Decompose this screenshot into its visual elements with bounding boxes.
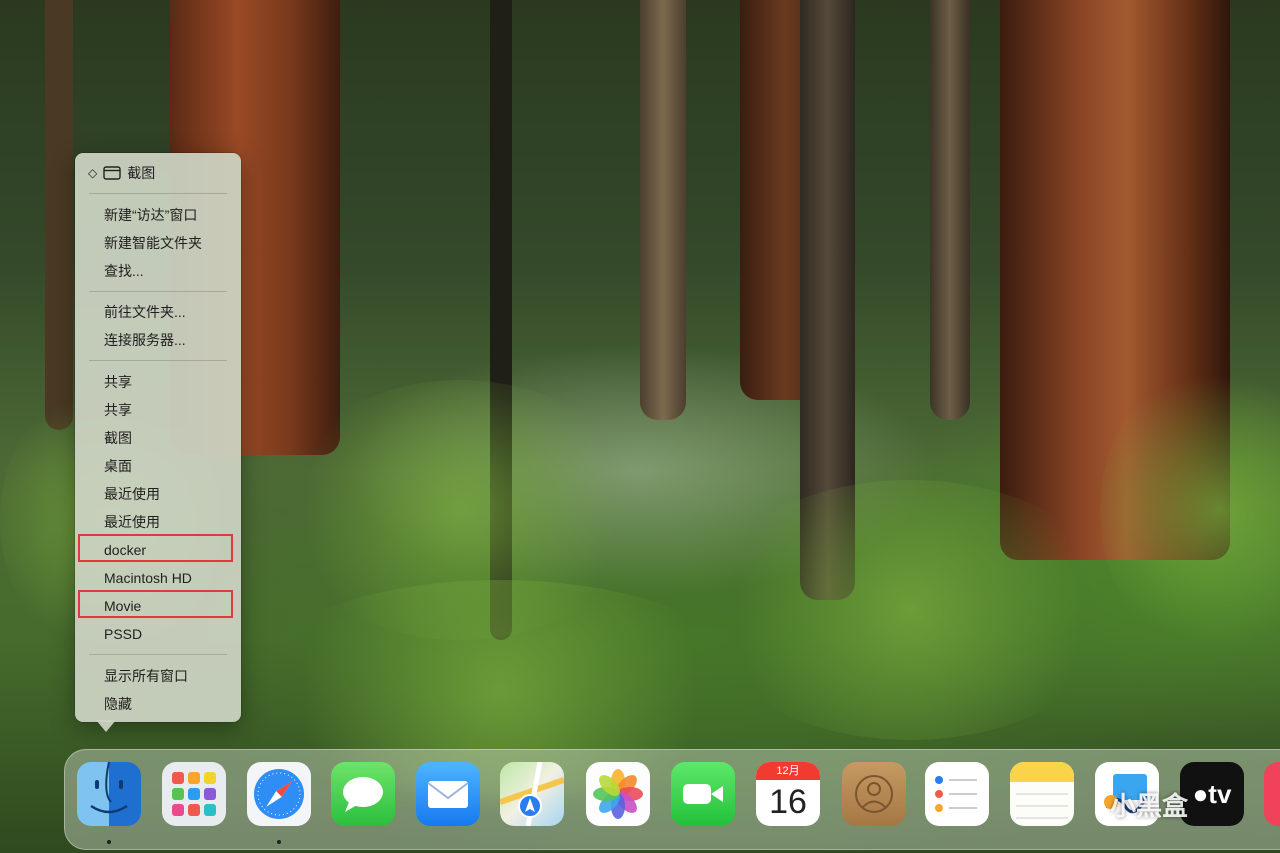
menu-item-movie[interactable]: Movie xyxy=(104,595,141,617)
notes-icon[interactable] xyxy=(1010,762,1074,826)
facetime-icon[interactable] xyxy=(671,762,735,826)
reminders-icon[interactable] xyxy=(925,762,989,826)
launchpad-icon[interactable] xyxy=(162,762,226,826)
tree-trunk xyxy=(930,0,970,420)
menu-item-go-to-folder[interactable]: 前往文件夹... xyxy=(104,301,186,323)
menu-item-screenshots[interactable]: 截图 xyxy=(104,427,132,449)
menu-pointer xyxy=(96,720,116,732)
menu-item-find[interactable]: 查找... xyxy=(104,260,144,282)
foliage xyxy=(700,480,1120,740)
menu-item-pssd[interactable]: PSSD xyxy=(104,623,142,645)
menu-item-connect-to-server[interactable]: 连接服务器... xyxy=(104,329,186,351)
menu-item-new-smart-folder[interactable]: 新建智能文件夹 xyxy=(104,232,202,254)
highlight-box xyxy=(78,590,233,618)
mail-icon[interactable] xyxy=(416,762,480,826)
messages-icon[interactable] xyxy=(331,762,395,826)
menu-item-desktop[interactable]: 桌面 xyxy=(104,455,132,477)
highlight-box xyxy=(78,534,233,562)
menu-item-shared[interactable]: 共享 xyxy=(104,399,132,421)
maps-icon[interactable] xyxy=(500,762,564,826)
menu-item-recents[interactable]: 最近使用 xyxy=(104,483,160,505)
tree-trunk xyxy=(640,0,686,420)
diamond-icon: ◇ xyxy=(88,166,98,180)
menu-separator xyxy=(89,193,227,194)
menu-header-window-item[interactable]: ◇ 截图 xyxy=(88,162,155,184)
menu-item-shared[interactable]: 共享 xyxy=(104,371,132,393)
finder-dock-context-menu: ◇ 截图 新建“访达”窗口 新建智能文件夹 查找... 前往文件夹... 连接服… xyxy=(75,153,241,722)
running-indicator xyxy=(277,840,281,844)
watermark: 小黑盒 xyxy=(1110,792,1189,822)
tree-trunk xyxy=(45,0,73,430)
menu-item-recents[interactable]: 最近使用 xyxy=(104,511,160,533)
menu-item-docker[interactable]: docker xyxy=(104,539,146,561)
tv-icon[interactable]: ●tv xyxy=(1180,762,1244,826)
menu-item-show-all-windows[interactable]: 显示所有窗口 xyxy=(104,665,188,687)
safari-icon[interactable] xyxy=(247,762,311,826)
menu-separator xyxy=(89,654,227,655)
menu-item-hide[interactable]: 隐藏 xyxy=(104,693,132,715)
calendar-day: 16 xyxy=(769,783,807,821)
calendar-icon[interactable]: 12月 16 xyxy=(756,762,820,826)
partial-app-icon[interactable] xyxy=(1264,762,1280,826)
menu-item-new-finder-window[interactable]: 新建“访达”窗口 xyxy=(104,204,197,226)
contacts-icon[interactable] xyxy=(842,762,906,826)
menu-item-macintosh-hd[interactable]: Macintosh HD xyxy=(104,567,192,589)
apple-logo-icon: ● xyxy=(1192,779,1209,809)
tv-label: tv xyxy=(1208,779,1232,809)
menu-header-label: 截图 xyxy=(127,165,156,181)
menu-separator xyxy=(89,291,227,292)
window-icon xyxy=(103,166,121,180)
photos-icon[interactable] xyxy=(586,762,650,826)
running-indicator xyxy=(107,840,111,844)
finder-icon[interactable] xyxy=(77,762,141,826)
menu-separator xyxy=(89,360,227,361)
calendar-month: 12月 xyxy=(756,762,820,780)
